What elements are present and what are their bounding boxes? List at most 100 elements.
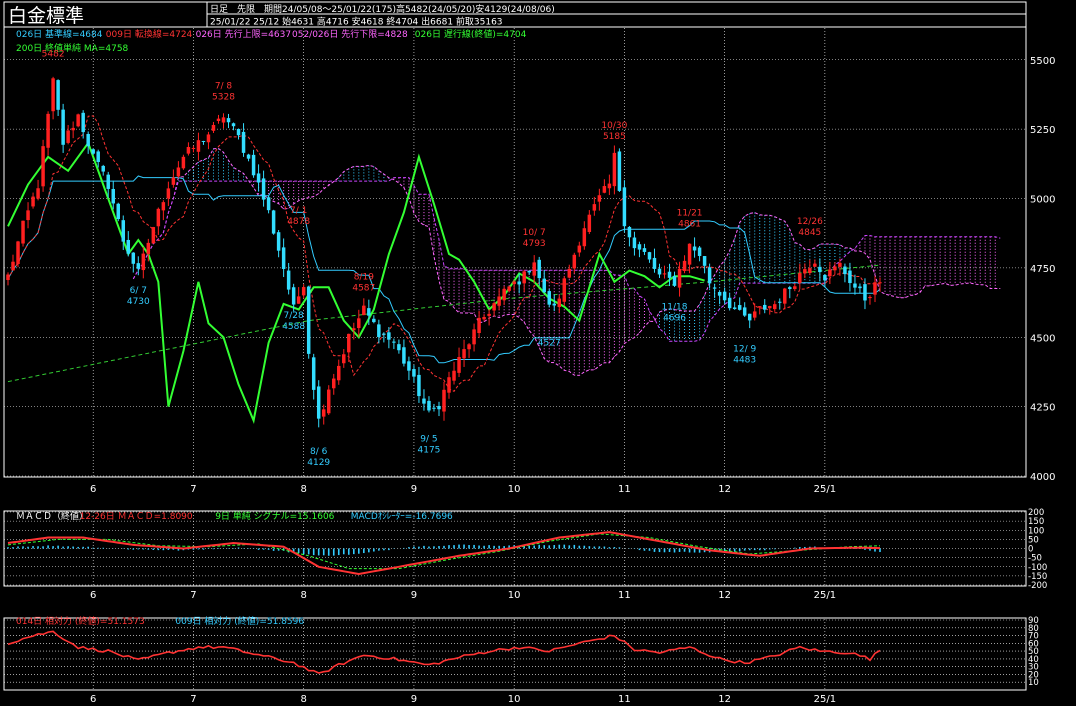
candle-body — [422, 398, 426, 404]
x-tick-label: 8 — [300, 484, 306, 495]
candle-body — [592, 204, 597, 211]
price-annotation: 9/ 5 — [420, 434, 437, 444]
candle-body — [712, 287, 717, 289]
candle-body — [46, 113, 50, 148]
candle-body — [432, 407, 436, 409]
candle-body — [417, 374, 421, 397]
candle-body — [477, 317, 481, 334]
candle-body — [692, 246, 697, 251]
legend-macd: ＭＡＣＤ（終値）12-26日 ＭＡＣＤ=1.8090 9日 単純 シグナル=15.… — [16, 510, 453, 522]
candle-body — [457, 356, 461, 373]
x-tick-label: 25/1 — [814, 484, 836, 495]
candle-body — [567, 268, 572, 278]
candle-body — [86, 133, 90, 147]
candle-body — [492, 303, 496, 311]
y-tick-label: 4000 — [1030, 472, 1055, 483]
candle-body — [762, 304, 767, 310]
candle-body — [407, 361, 411, 371]
candle-body — [878, 282, 882, 284]
price-annotation: 5328 — [212, 92, 235, 102]
candle-body — [367, 308, 371, 316]
candle-body — [301, 287, 306, 296]
x-tick-label: 6 — [90, 484, 96, 495]
candle-body — [442, 389, 446, 412]
candle-body — [873, 282, 877, 295]
x-tick-label: 6 — [90, 694, 96, 705]
candle-body — [828, 269, 832, 277]
legend-rsi-item: 009日 相対力 (終値)=51.8596 — [175, 615, 304, 627]
candle-body — [342, 354, 346, 364]
candle-body — [186, 146, 191, 154]
candle-body — [151, 227, 156, 244]
header-period: 日足 先限 期間24/05/08～25/01/22(175)高5482(24/0… — [210, 3, 555, 15]
candle-body — [617, 151, 622, 191]
price-annotation: 12/26 — [797, 217, 823, 227]
price-annotation: 10/30 — [601, 121, 627, 131]
candle-body — [848, 270, 852, 284]
candle-body — [21, 220, 25, 244]
candle-body — [607, 183, 612, 189]
candle-body — [512, 281, 516, 285]
y-tick-label: 4250 — [1030, 403, 1055, 414]
candle-body — [176, 167, 181, 177]
price-annotation: 7/ 1 — [290, 206, 307, 216]
candle-body — [737, 305, 742, 310]
candle-body — [507, 286, 511, 291]
header-ohlc: 25/01/22 25/12 始4631 高4716 安4618 終4704 出… — [210, 16, 503, 28]
candle-body — [161, 202, 166, 211]
candle-body — [843, 266, 847, 275]
candle-body — [276, 232, 281, 251]
y-tick-label: 4750 — [1030, 264, 1055, 275]
candle-body — [868, 296, 872, 299]
candle-body — [452, 370, 456, 381]
candle-body — [447, 377, 451, 393]
candle-body — [392, 341, 396, 343]
price-annotation: 5185 — [603, 132, 626, 142]
candle-body — [91, 149, 95, 154]
candle-body — [672, 276, 677, 286]
legend-main-item: 026日 遅行線(終値)=4704 — [415, 28, 527, 40]
price-annotation: 4861 — [678, 220, 701, 230]
candle-body — [652, 257, 657, 269]
candle-body — [702, 256, 707, 266]
candle-body — [251, 154, 256, 176]
candle-body — [216, 118, 221, 122]
candle-body — [632, 237, 637, 249]
candle-body — [497, 296, 501, 306]
candle-body — [472, 329, 476, 345]
candle-body — [537, 259, 541, 279]
candle-body — [377, 324, 381, 338]
price-annotation: 10/ 7 — [523, 228, 546, 238]
candle-body — [752, 311, 757, 318]
candle-body — [357, 318, 361, 329]
candle-body — [627, 226, 632, 238]
candle-body — [261, 178, 266, 200]
x-tick-label: 9 — [411, 590, 417, 601]
rsi-y-ticks: 908070605040302010 — [1028, 616, 1039, 688]
x-tick-label: 10 — [508, 484, 521, 495]
candle-body — [788, 287, 792, 290]
candle-body — [482, 316, 486, 320]
candle-body — [266, 197, 271, 211]
candle-body — [562, 278, 567, 302]
candle-body — [783, 288, 787, 304]
candle-body — [311, 357, 316, 390]
candle-body — [572, 254, 577, 269]
candle-body — [687, 243, 692, 265]
candle-body — [81, 112, 85, 133]
candle-body — [56, 80, 60, 110]
candle-body — [116, 203, 120, 220]
candle-body — [813, 263, 817, 267]
price-annotation: 4483 — [733, 355, 756, 365]
candle-body — [106, 174, 110, 189]
futures-chart: 白金標準 日足 先限 期間24/05/08～25/01/22(175)高5482… — [0, 0, 1076, 706]
candle-body — [412, 369, 416, 377]
price-annotation: 4129 — [307, 458, 330, 468]
candle-body — [246, 154, 251, 159]
candle-body — [667, 271, 672, 278]
price-annotation: 5482 — [42, 50, 65, 60]
candle-body — [51, 78, 55, 112]
x-tick-label: 7 — [190, 694, 196, 705]
price-annotation: 6/ 7 — [130, 286, 147, 296]
x-tick-label: 11 — [618, 694, 631, 705]
